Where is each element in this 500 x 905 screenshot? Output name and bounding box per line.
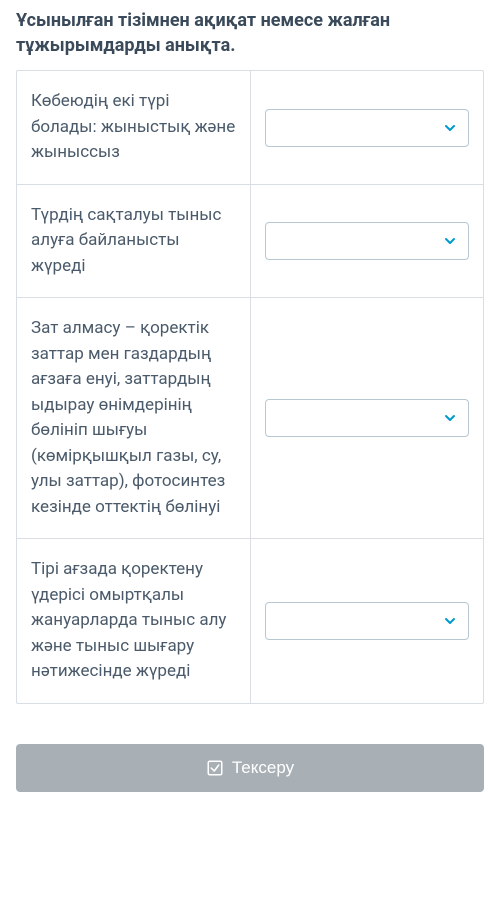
- table-row: Тірі ағзада қоректену үдерісі омыртқалы …: [17, 539, 483, 703]
- chevron-down-icon: [442, 233, 458, 249]
- table-row: Зат алмасу – қоректік заттар мен газдард…: [17, 298, 483, 539]
- dropdown-cell: [251, 539, 484, 703]
- statement-text: Зат алмасу – қоректік заттар мен газдард…: [17, 298, 251, 538]
- statements-table: Көбеюдің екі түрі болады: жыныстық және …: [16, 70, 484, 704]
- chevron-down-icon: [442, 120, 458, 136]
- dropdown-cell: [251, 71, 484, 184]
- check-icon: [206, 759, 224, 777]
- answer-dropdown[interactable]: [265, 109, 470, 147]
- answer-dropdown[interactable]: [265, 222, 470, 260]
- table-row: Түрдің сақталуы тыныс алуға байланысты ж…: [17, 185, 483, 299]
- chevron-down-icon: [442, 410, 458, 426]
- submit-button[interactable]: Тексеру: [16, 744, 484, 792]
- answer-dropdown[interactable]: [265, 399, 470, 437]
- answer-dropdown[interactable]: [265, 602, 470, 640]
- submit-button-label: Тексеру: [232, 758, 294, 778]
- dropdown-cell: [251, 185, 484, 298]
- question-title: Ұсынылған тізімнен ақиқат немесе жалған …: [16, 8, 484, 58]
- table-row: Көбеюдің екі түрі болады: жыныстық және …: [17, 71, 483, 185]
- statement-text: Түрдің сақталуы тыныс алуға байланысты ж…: [17, 185, 251, 298]
- statement-text: Көбеюдің екі түрі болады: жыныстық және …: [17, 71, 251, 184]
- dropdown-cell: [251, 298, 484, 538]
- statement-text: Тірі ағзада қоректену үдерісі омыртқалы …: [17, 539, 251, 703]
- chevron-down-icon: [442, 613, 458, 629]
